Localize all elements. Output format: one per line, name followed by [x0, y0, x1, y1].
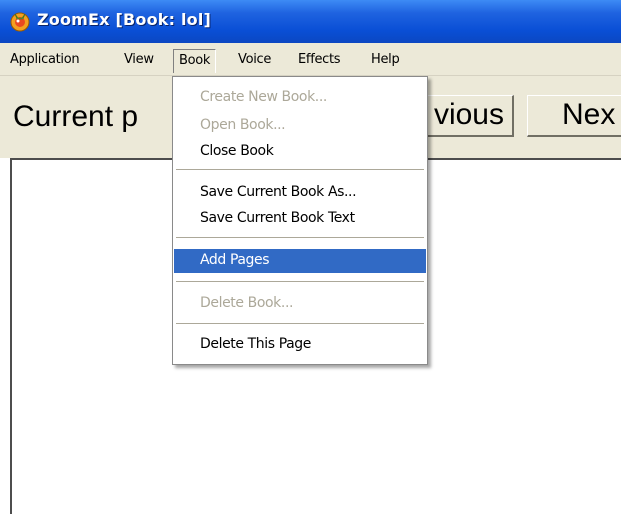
window-title: ZoomEx [Book: lol] — [37, 10, 212, 29]
title-bar[interactable]: ZoomEx [Book: lol] — [0, 0, 621, 43]
menu-item-save-current-book-as[interactable]: Save Current Book As... — [174, 181, 426, 205]
menu-item-open-book[interactable]: Open Book... — [174, 114, 426, 138]
menu-voice[interactable]: Voice — [238, 52, 271, 72]
menu-bar: Application View Book Voice Effects Help — [0, 43, 621, 76]
menu-item-add-pages[interactable]: Add Pages — [174, 249, 426, 273]
menu-separator — [176, 237, 424, 239]
menu-item-close-book[interactable]: Close Book — [174, 140, 426, 164]
menu-effects[interactable]: Effects — [298, 52, 341, 72]
menu-separator — [176, 281, 424, 283]
next-button[interactable]: Nex — [527, 95, 621, 137]
menu-item-create-new-book[interactable]: Create New Book... — [174, 86, 426, 110]
menu-separator — [176, 323, 424, 325]
current-page-label: Current p — [13, 100, 139, 133]
menu-separator — [176, 169, 424, 171]
menu-item-delete-this-page[interactable]: Delete This Page — [174, 333, 426, 357]
book-menu-dropdown: Create New Book... Open Book... Close Bo… — [172, 76, 428, 365]
menu-application[interactable]: Application — [10, 52, 80, 72]
menu-item-delete-book[interactable]: Delete Book... — [174, 292, 426, 316]
menu-view[interactable]: View — [124, 52, 154, 72]
menu-help[interactable]: Help — [371, 52, 400, 72]
zoomex-app-icon — [10, 12, 30, 32]
menu-book[interactable]: Book — [173, 49, 217, 73]
menu-item-save-current-book-text[interactable]: Save Current Book Text — [174, 207, 426, 231]
